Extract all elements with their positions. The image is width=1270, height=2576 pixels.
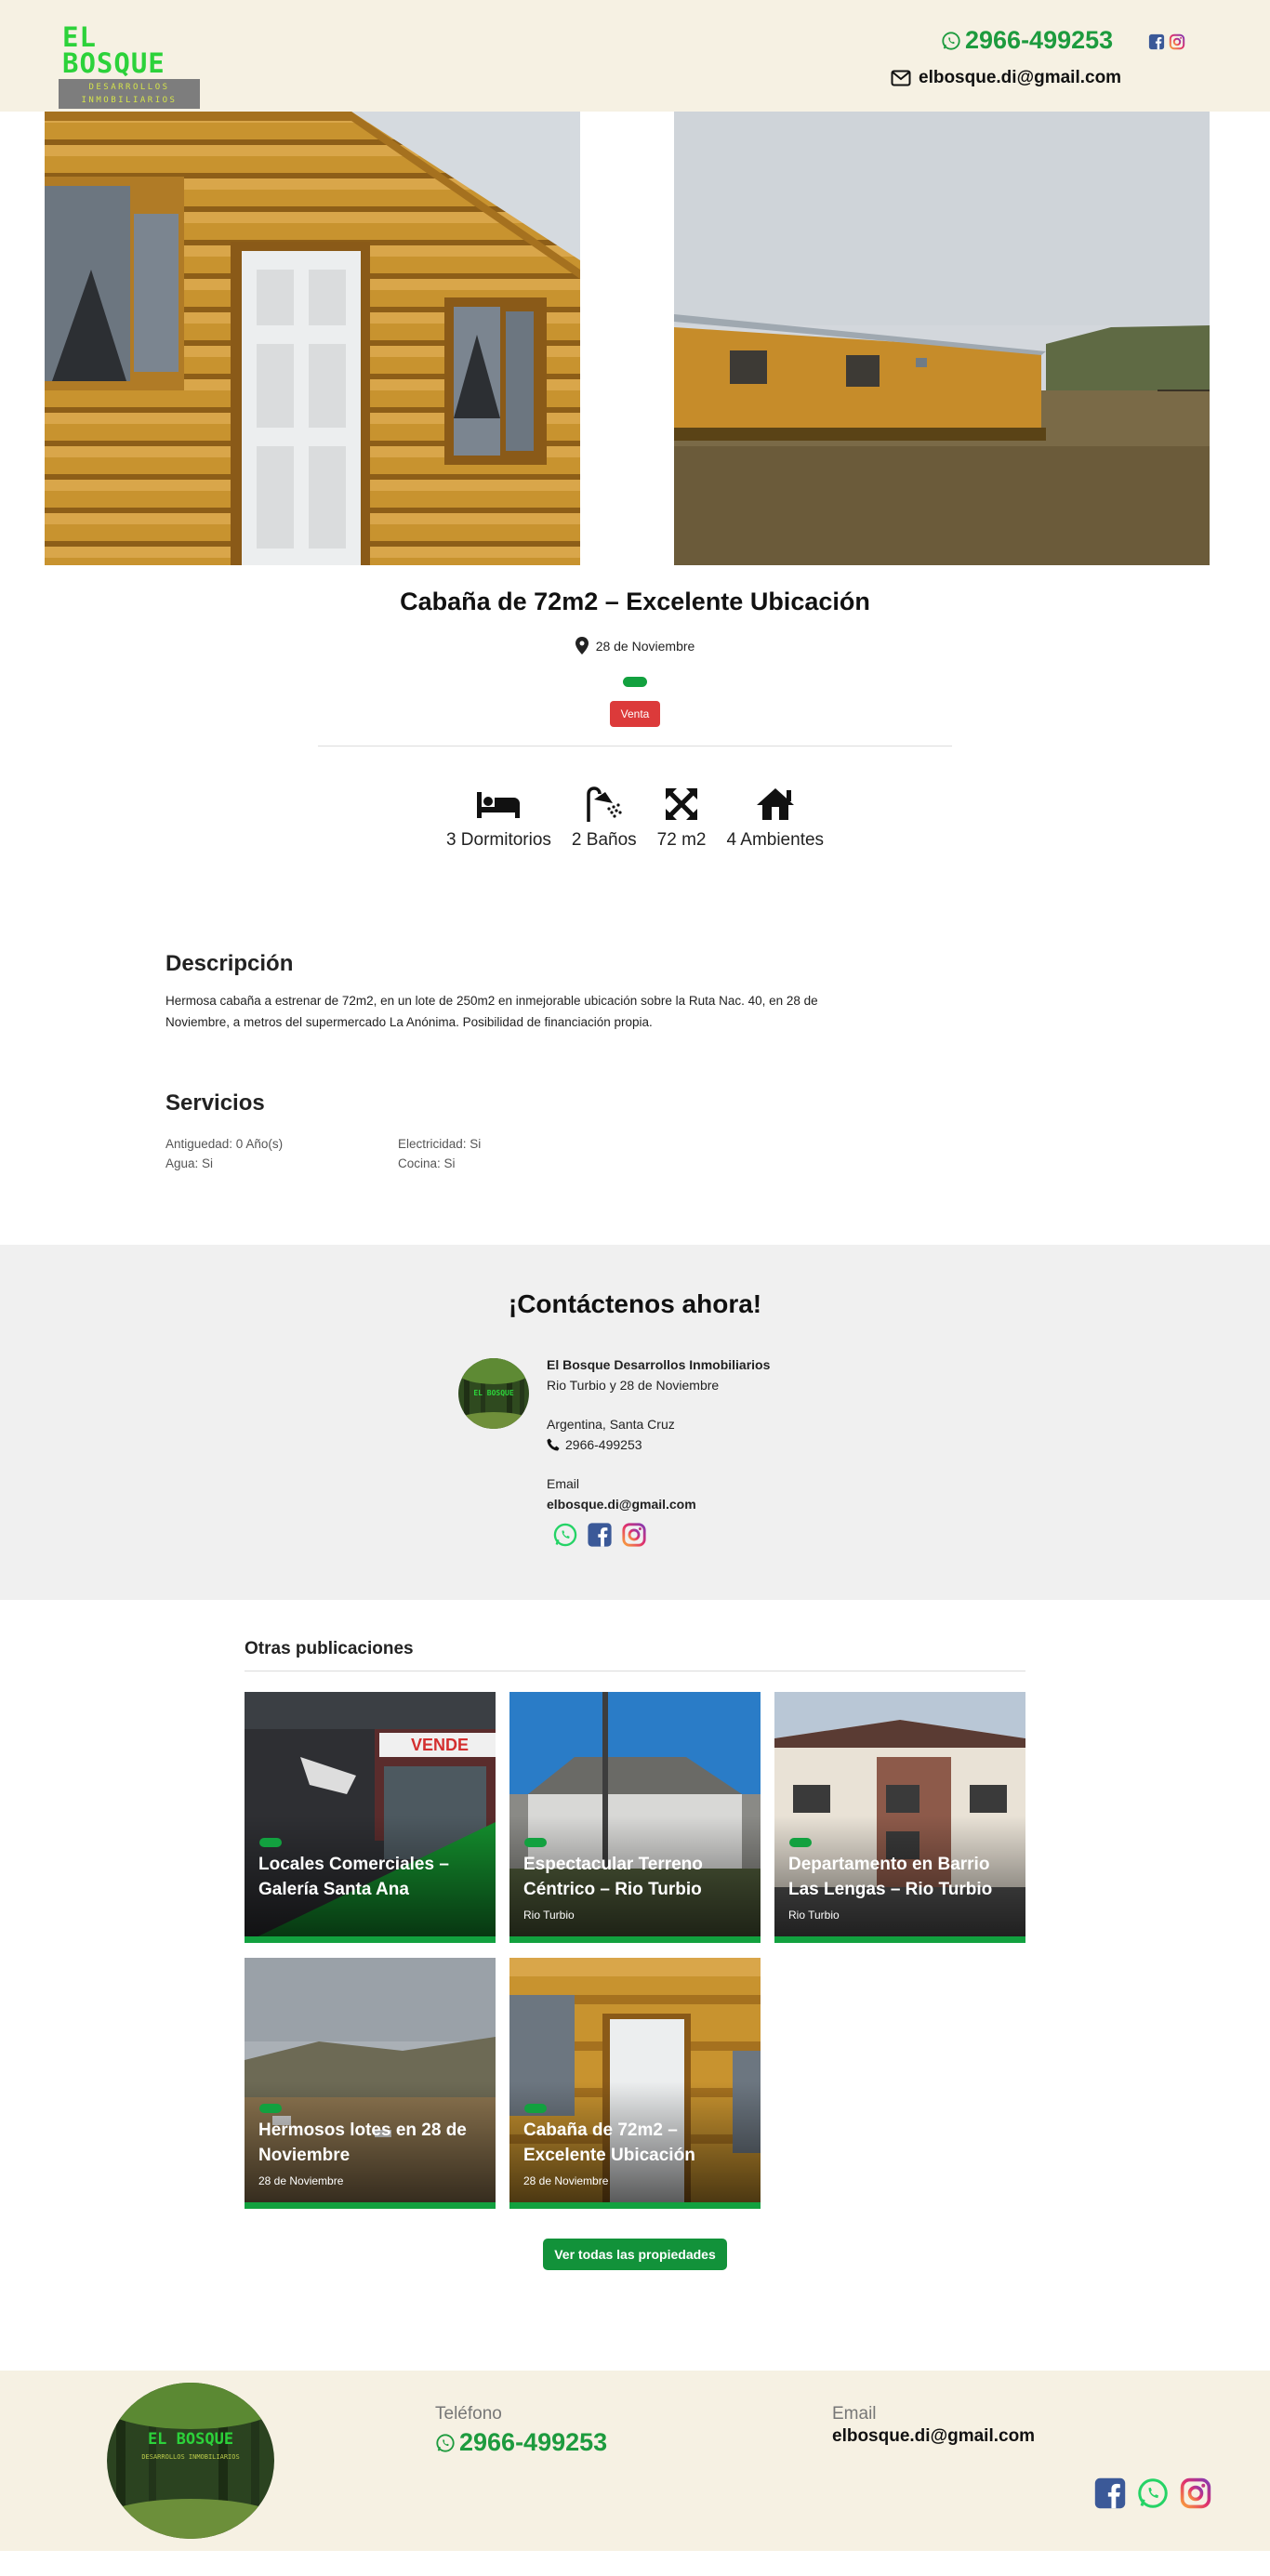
listing-grid: VENDE Locales Comerciales – Galería Sant… — [245, 1692, 1025, 2209]
footer-phone: 2966-499253 — [459, 2428, 608, 2456]
expand-arrows-icon — [666, 788, 698, 820]
avatar-logo-text: EL BOSQUE — [473, 1389, 514, 1397]
company-avatar: EL BOSQUE — [458, 1358, 529, 1429]
facebook-icon[interactable] — [1148, 33, 1165, 50]
logo-subtitle: DESARROLLOS INMOBILIARIOS — [59, 79, 200, 109]
feature-area-label: 72 m2 — [656, 830, 707, 850]
description-section: Descripción Hermosa cabaña a estrenar de… — [165, 951, 1105, 1170]
phone-icon — [547, 1438, 560, 1451]
contact-info: El Bosque Desarrollos Inmobiliarios Rio … — [547, 1354, 770, 1548]
listing-card[interactable]: VENDE Locales Comerciales – Galería Sant… — [245, 1692, 496, 1943]
company-email[interactable]: elbosque.di@gmail.com — [547, 1494, 770, 1514]
listing-location: 28 de Noviembre — [258, 2174, 344, 2187]
property-location-text: 28 de Noviembre — [595, 638, 695, 654]
photo-cabin-door[interactable] — [45, 112, 580, 565]
bed-icon — [477, 792, 521, 818]
listing-title: Hermosos lotes en 28 de Noviembre — [258, 2120, 467, 2165]
other-listings-heading: Otras publicaciones — [245, 1639, 1025, 1671]
service-item: Agua: Si — [165, 1156, 214, 1170]
listing-status-pill — [789, 1838, 812, 1847]
listing-title: Departamento en Barrio Las Lengas – Rio … — [788, 1855, 993, 1899]
contact-section: ¡Contáctenos ahora! EL BOSQUE El Bosque … — [0, 1245, 1270, 1600]
service-item: Cocina: Si — [398, 1156, 456, 1170]
footer-email[interactable]: elbosque.di@gmail.com — [832, 2426, 1035, 2447]
footer-logo-title: EL BOSQUE — [148, 2430, 233, 2449]
footer-email-label: Email — [832, 2404, 877, 2424]
header-social — [1148, 33, 1185, 50]
services-list: Antiguedad: 0 Año(s) Electricidad: Si Ag… — [165, 1137, 1105, 1170]
listing-location: Rio Turbio — [523, 1909, 575, 1922]
view-all-properties-button[interactable]: Ver todas las propiedades — [543, 2239, 727, 2270]
email-label: Email — [547, 1476, 580, 1491]
company-address: Rio Turbio y 28 de Noviembre — [547, 1378, 720, 1393]
service-item: Electricidad: Si — [398, 1137, 482, 1151]
listing-location: Rio Turbio — [788, 1909, 840, 1922]
status-pill — [623, 677, 647, 687]
facebook-icon[interactable] — [587, 1522, 613, 1548]
company-region: Argentina, Santa Cruz — [547, 1417, 675, 1432]
footer-social — [1093, 2477, 1212, 2510]
feature-bathrooms: 2 Baños — [572, 786, 637, 851]
instagram-icon[interactable] — [1169, 33, 1185, 50]
facebook-icon[interactable] — [1093, 2477, 1127, 2510]
map-marker-icon — [575, 637, 589, 654]
feature-bedrooms: 3 Dormitorios — [446, 786, 551, 851]
envelope-icon — [891, 70, 911, 86]
description-heading: Descripción — [165, 951, 294, 976]
whatsapp-icon[interactable] — [552, 1522, 578, 1548]
footer-logo-subtitle: DESARROLLOS INMOBILIARIOS — [141, 2453, 239, 2461]
venta-badge: Venta — [610, 701, 660, 727]
listing-card[interactable]: Espectacular Terreno Céntrico – Rio Turb… — [509, 1692, 761, 1943]
listing-card[interactable]: Departamento en Barrio Las Lengas – Rio … — [774, 1692, 1025, 1943]
service-item: Antiguedad: 0 Año(s) — [165, 1137, 284, 1151]
other-listings: Otras publicaciones VENDE Locales Comerc… — [245, 1639, 1025, 2270]
site-footer: EL BOSQUE DESARROLLOS INMOBILIARIOS Telé… — [0, 2371, 1270, 2551]
services-heading: Servicios — [165, 1090, 265, 1116]
site-logo[interactable]: EL BOSQUE DESARROLLOS INMOBILIARIOS — [59, 24, 200, 109]
footer-logo[interactable]: EL BOSQUE DESARROLLOS INMOBILIARIOS — [107, 2383, 274, 2539]
listing-status-pill — [524, 1838, 547, 1847]
feature-bathrooms-label: 2 Baños — [571, 830, 637, 850]
listing-location: 28 de Noviembre — [523, 2174, 609, 2187]
photo-gallery — [0, 112, 1270, 565]
listing-card[interactable]: Hermosos lotes en 28 de Noviembre 28 de … — [245, 1958, 496, 2209]
whatsapp-icon[interactable] — [1136, 2477, 1170, 2510]
footer-phone-link[interactable]: 2966-499253 — [435, 2428, 607, 2457]
company-name: El Bosque Desarrollos Inmobiliarios — [547, 1357, 771, 1372]
listing-status-pill — [259, 1838, 282, 1847]
logo-title: EL BOSQUE — [62, 21, 165, 79]
instagram-icon[interactable] — [1179, 2477, 1212, 2510]
description-text: Hermosa cabaña a estrenar de 72m2, en un… — [165, 994, 818, 1029]
feature-rooms-label: 4 Ambientes — [726, 830, 825, 850]
listing-status-pill — [524, 2104, 547, 2113]
contact-heading: ¡Contáctenos ahora! — [508, 1289, 762, 1318]
house-icon — [756, 788, 794, 820]
photo-cabin-field[interactable] — [674, 112, 1210, 565]
site-header: EL BOSQUE DESARROLLOS INMOBILIARIOS 2966… — [0, 0, 1270, 112]
vende-sign-text: VENDE — [411, 1736, 469, 1754]
listing-card[interactable]: Cabaña de 72m2 – Excelente Ubicación 28 … — [509, 1958, 761, 2209]
listing-title: Espectacular Terreno Céntrico – Rio Turb… — [523, 1855, 703, 1899]
feature-area: 72 m2 — [656, 786, 707, 851]
whatsapp-icon — [436, 2433, 455, 2452]
listing-title: Locales Comerciales – Galería Santa Ana — [258, 1855, 449, 1899]
whatsapp-icon — [942, 31, 960, 50]
header-email: elbosque.di@gmail.com — [919, 68, 1122, 87]
contact-social — [552, 1522, 770, 1548]
instagram-icon[interactable] — [621, 1522, 647, 1548]
property-location: 28 de Noviembre — [0, 637, 1270, 654]
footer-phone-label: Teléfono — [435, 2404, 502, 2424]
listing-status-pill — [259, 2104, 282, 2113]
company-phone: 2966-499253 — [565, 1437, 642, 1452]
feature-bedrooms-label: 3 Dormitorios — [445, 830, 551, 850]
listing-title: Cabaña de 72m2 – Excelente Ubicación — [523, 2120, 695, 2165]
company-phone-row[interactable]: 2966-499253 — [547, 1434, 770, 1455]
header-phone: 2966-499253 — [965, 26, 1114, 54]
header-phone-link[interactable]: 2966-499253 — [941, 26, 1113, 55]
shower-icon — [587, 786, 622, 822]
property-title: Cabaña de 72m2 – Excelente Ubicación — [400, 588, 870, 615]
header-email-link[interactable]: elbosque.di@gmail.com — [891, 68, 1121, 88]
property-features: 3 Dormitorios 2 Baños 72 m2 4 Ambientes — [0, 786, 1270, 851]
feature-rooms: 4 Ambientes — [726, 786, 824, 851]
